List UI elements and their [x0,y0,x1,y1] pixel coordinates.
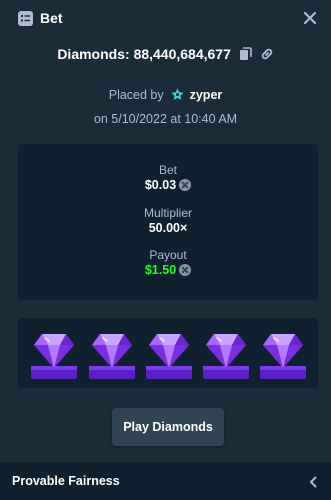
modal-header: Bet [0,0,331,38]
placed-by-label: Placed by [108,88,164,102]
diamond-slot [259,328,307,380]
modal-title: Bet [40,10,63,26]
bet-list-icon [18,11,33,26]
bet-value-row: $0.03 [18,177,318,193]
payout-stat: Payout $1.50 [18,248,318,278]
placed-by-row: Placed by zyper [0,88,331,104]
payout-label: Payout [149,248,187,262]
purple-diamond-icon [146,334,192,379]
game-bet-id: Diamonds: 88,440,684,677 [0,46,331,64]
game-name: Diamonds [57,46,125,62]
purple-diamond-icon [31,334,77,379]
bet-label: Bet [158,163,177,177]
placed-date: on 5/10/2022 at 10:40 AM [93,112,238,126]
copy-icon[interactable] [239,47,252,64]
game-separator: : [125,46,130,62]
payout-value-row: $1.50 [18,262,318,278]
currency-icon [179,179,192,191]
close-icon[interactable] [302,10,318,26]
currency-icon [179,264,192,276]
multiplier-stat: Multiplier 50.00× [18,206,318,236]
purple-diamond-icon [89,334,135,379]
diamond-slot [202,328,250,380]
bet-stats-card: Bet $0.03 Multiplier 50.00× Payout $1.50 [18,144,318,300]
diamond-slot [88,328,136,380]
chevron-left-icon [308,475,318,488]
username-link[interactable]: zyper [190,88,223,102]
purple-diamond-icon [260,334,306,379]
diamond-slot [145,328,193,380]
vip-star-icon [171,88,184,104]
provable-fairness-label: Provable Fairness [12,474,120,488]
payout-value: $1.50 [144,263,177,277]
purple-diamond-icon [203,334,249,379]
provable-fairness-toggle[interactable]: Provable Fairness [0,462,331,500]
link-icon[interactable] [260,47,274,64]
diamonds-result [18,318,318,388]
play-diamonds-button[interactable]: Play Diamonds [112,408,224,446]
diamond-slot [30,328,78,380]
multiplier-label: Multiplier [143,206,192,220]
bet-stat: Bet $0.03 [18,163,318,193]
multiplier-value: 50.00× [148,221,188,235]
bet-modal: Bet Diamonds: 88,440,684,677 Placed by z… [0,0,331,500]
bet-id: 88,440,684,677 [133,46,231,62]
bet-value: $0.03 [144,178,177,192]
